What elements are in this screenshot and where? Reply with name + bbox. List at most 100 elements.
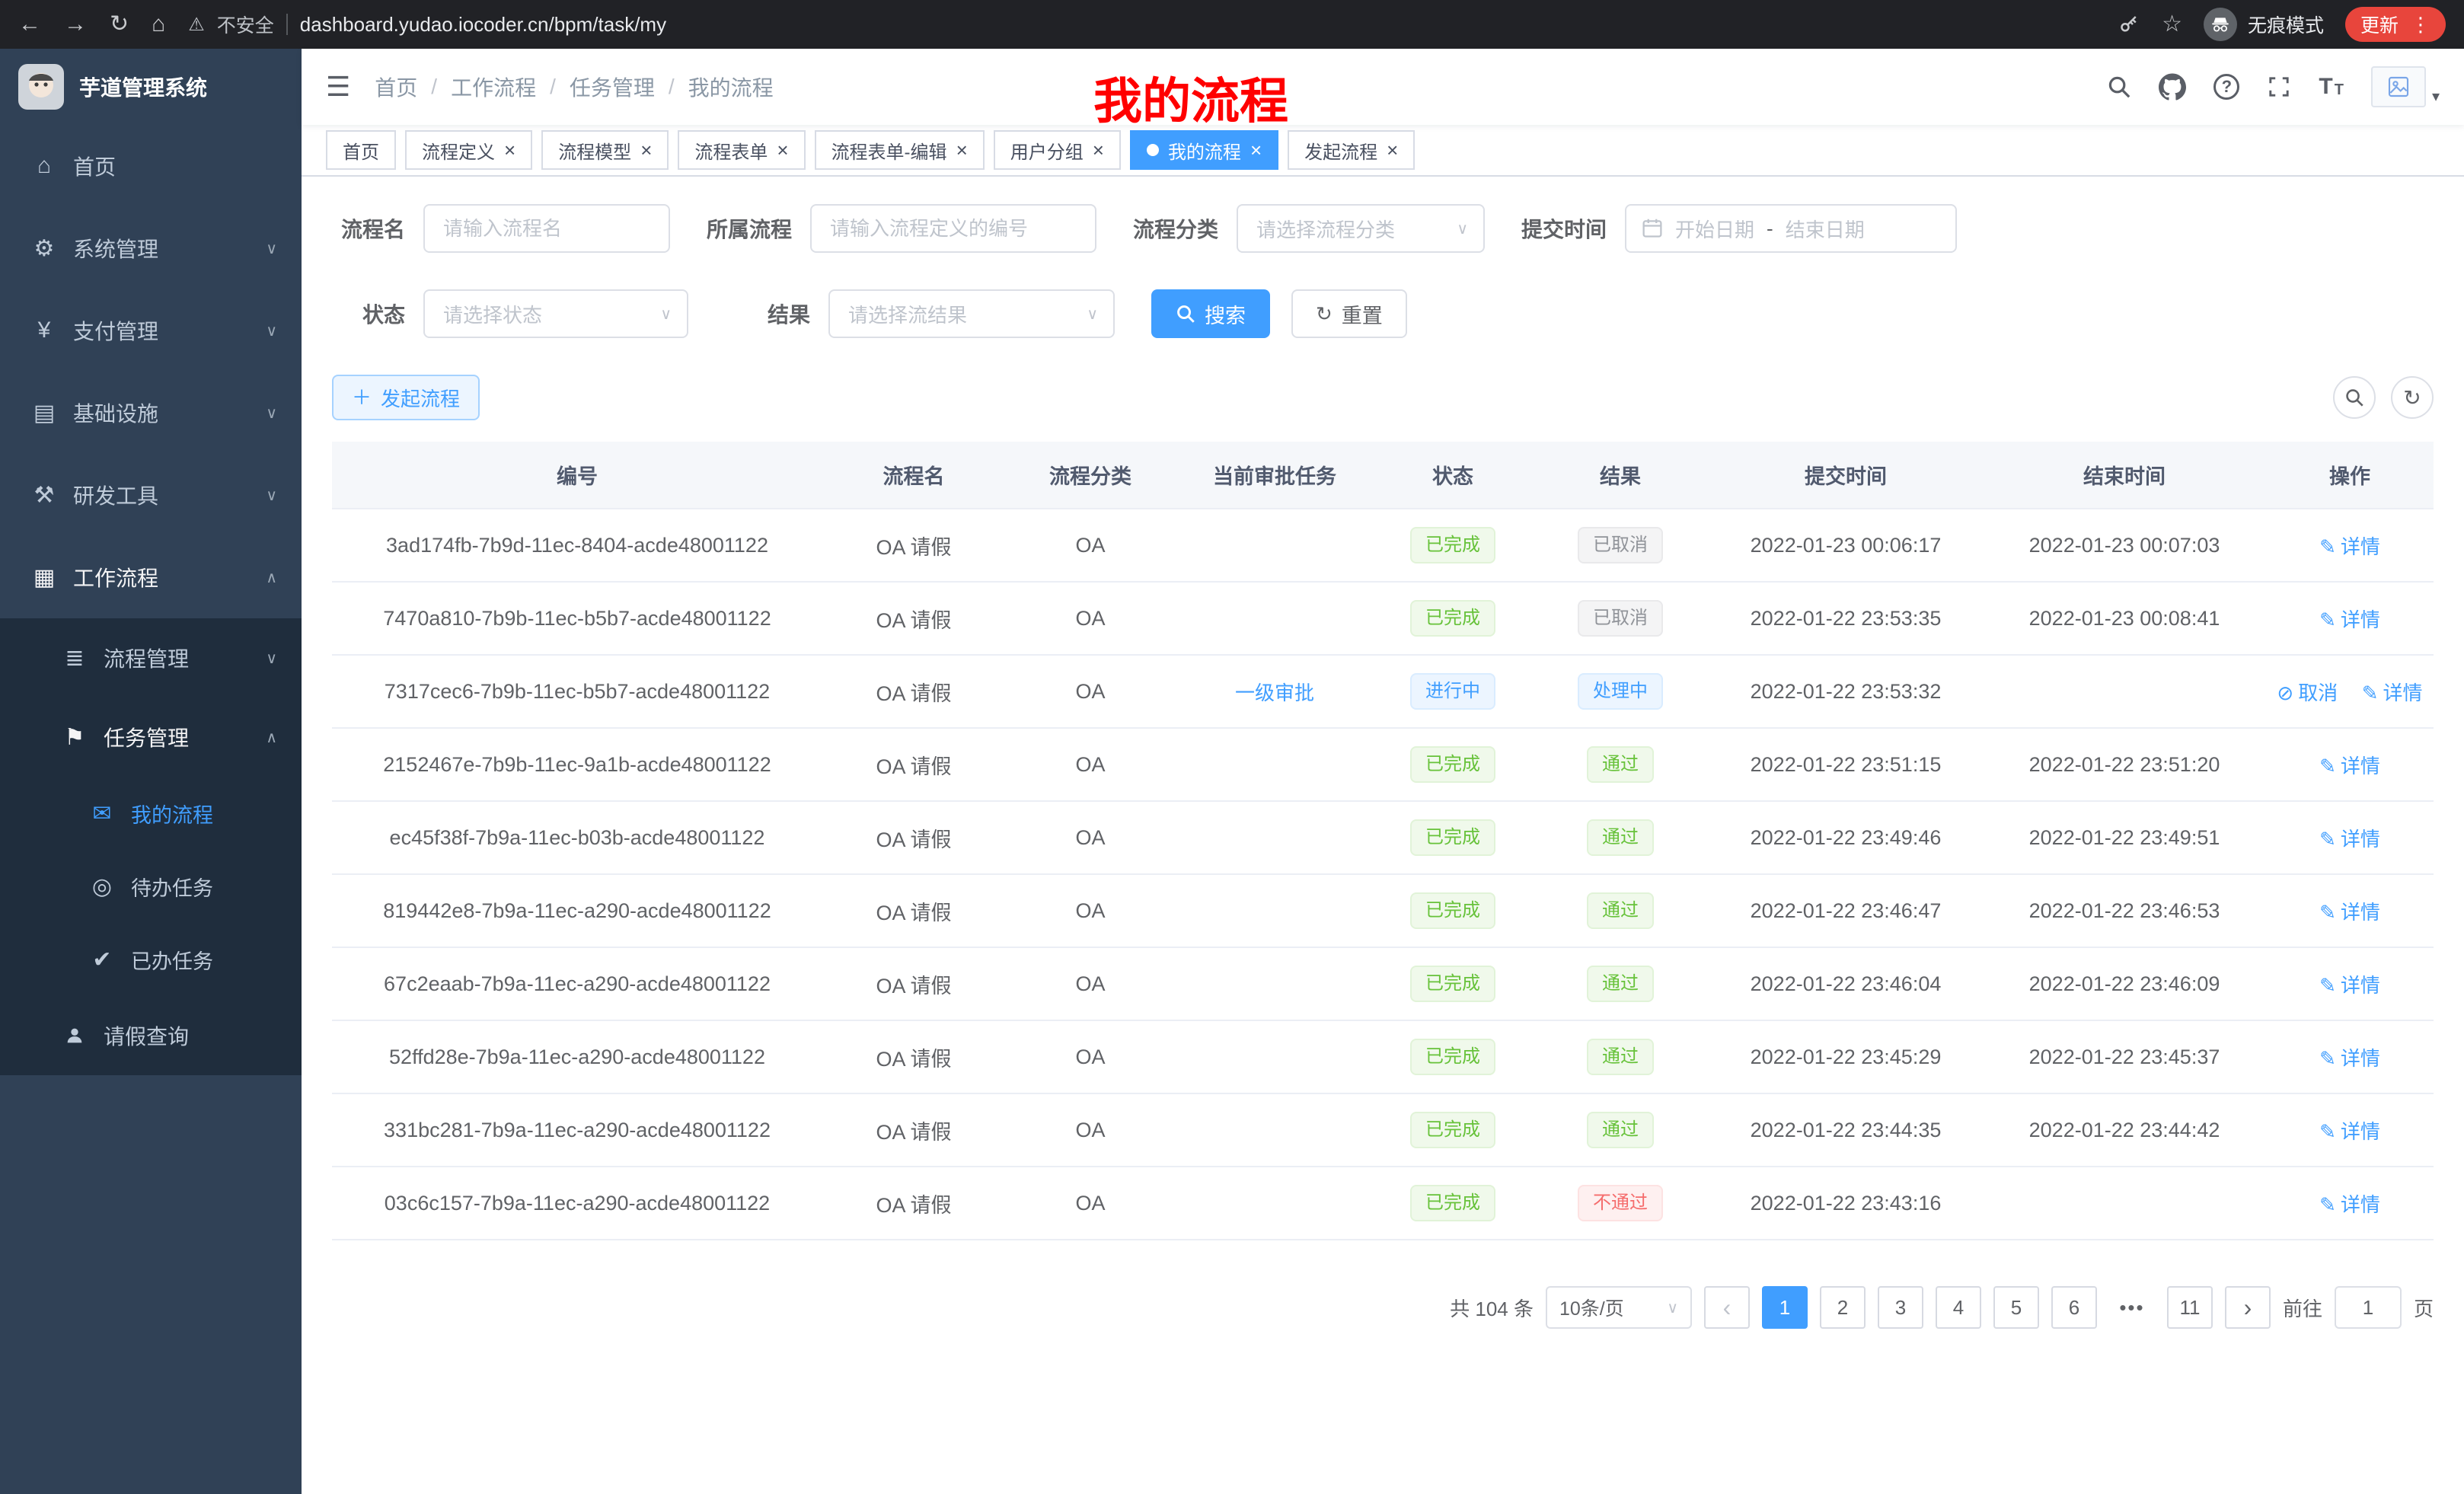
detail-link[interactable]: 详情 xyxy=(2319,901,2380,924)
breadcrumb-item[interactable]: 首页 xyxy=(375,72,417,102)
search-icon[interactable] xyxy=(2107,75,2131,99)
sidebar-item-todo-tasks[interactable]: ◎ 待办任务 xyxy=(0,850,302,923)
sidebar-item-task-mgmt[interactable]: ⚑ 任务管理 ∧ xyxy=(0,698,302,777)
search-button-label: 搜索 xyxy=(1205,299,1246,329)
column-header: 操作 xyxy=(2266,442,2434,509)
page-button[interactable]: 11 xyxy=(2167,1286,2213,1329)
reload-button[interactable]: ↻ xyxy=(110,13,129,36)
help-icon[interactable]: ? xyxy=(2213,74,2239,100)
prev-page-button[interactable]: ‹ xyxy=(1704,1286,1750,1329)
current-task-link[interactable]: 一级审批 xyxy=(1235,682,1314,704)
sidebar-item-devtools[interactable]: ⚒ 研发工具 ∨ xyxy=(0,454,302,536)
sidebar-item-infra[interactable]: ▤ 基础设施 ∨ xyxy=(0,372,302,454)
detail-link[interactable]: 详情 xyxy=(2319,535,2380,558)
fullscreen-icon[interactable] xyxy=(2267,75,2291,99)
tab[interactable]: 我的流程 xyxy=(1130,130,1278,170)
tab[interactable]: 首页 xyxy=(326,130,396,170)
address-bar[interactable]: ⚠ 不安全 dashboard.yudao.iocoder.cn/bpm/tas… xyxy=(188,11,2095,38)
detail-link[interactable]: 详情 xyxy=(2319,974,2380,997)
close-icon[interactable] xyxy=(1387,140,1398,160)
sidebar-item-system[interactable]: ⚙ 系统管理 ∨ xyxy=(0,207,302,289)
page-button[interactable]: 1 xyxy=(1762,1286,1808,1329)
update-button[interactable]: 更新 ⋮ xyxy=(2345,7,2446,42)
key-icon[interactable] xyxy=(2118,13,2140,36)
star-icon[interactable]: ☆ xyxy=(2162,13,2182,36)
reset-button[interactable]: ↻ 重置 xyxy=(1291,289,1407,338)
sidebar-item-workflow[interactable]: ▦ 工作流程 ∧ xyxy=(0,536,302,618)
search-button[interactable]: 搜索 xyxy=(1151,289,1270,338)
detail-link[interactable]: 详情 xyxy=(2319,1193,2380,1216)
breadcrumb-item[interactable]: 工作流程 xyxy=(451,72,536,102)
cell-status: 已完成 xyxy=(1374,582,1532,655)
create-process-button[interactable]: ＋ 发起流程 xyxy=(332,375,480,420)
process-name-input[interactable] xyxy=(423,204,670,253)
close-icon[interactable] xyxy=(777,140,788,160)
hamburger-icon[interactable]: ☰ xyxy=(326,71,350,103)
close-icon[interactable] xyxy=(504,140,515,160)
page-button[interactable]: 2 xyxy=(1820,1286,1866,1329)
gear-icon: ⚙ xyxy=(30,235,58,262)
field-process-def: 所属流程 xyxy=(707,204,1096,253)
close-icon[interactable] xyxy=(640,140,652,160)
browser-home-button[interactable]: ⌂ xyxy=(152,13,165,36)
detail-link[interactable]: 详情 xyxy=(2319,755,2380,777)
cell-id: 67c2eaab-7b9a-11ec-a290-acde48001122 xyxy=(332,947,822,1020)
sidebar-item-process-mgmt[interactable]: ≣ 流程管理 ∨ xyxy=(0,618,302,698)
close-icon[interactable] xyxy=(956,140,968,160)
result-select[interactable]: 请选择流结果 ∨ xyxy=(828,289,1115,338)
page-button[interactable]: 3 xyxy=(1878,1286,1923,1329)
cell-submit-time: 2022-01-22 23:53:35 xyxy=(1709,582,1983,655)
refresh-table-button[interactable]: ↻ xyxy=(2391,376,2434,419)
table-row: 2152467e-7b9b-11ec-9a1b-acde48001122 OA … xyxy=(332,728,2434,801)
cancel-link[interactable]: 取消 xyxy=(2277,682,2338,704)
forward-button[interactable]: → xyxy=(64,13,87,36)
detail-link[interactable]: 详情 xyxy=(2362,682,2423,704)
url-text: dashboard.yudao.iocoder.cn/bpm/task/my xyxy=(300,13,666,37)
tab[interactable]: 流程表单 xyxy=(678,130,805,170)
breadcrumb-item[interactable]: 任务管理 xyxy=(570,72,655,102)
sidebar-item-leave-query[interactable]: 请假查询 xyxy=(0,996,302,1075)
detail-link[interactable]: 详情 xyxy=(2319,1120,2380,1143)
sidebar-item-done-tasks[interactable]: ✔ 已办任务 xyxy=(0,923,302,996)
category-select[interactable]: 请选择流程分类 ∨ xyxy=(1237,204,1485,253)
tab[interactable]: 流程定义 xyxy=(405,130,532,170)
table-row: 03c6c157-7b9a-11ec-a290-acde48001122 OA … xyxy=(332,1167,2434,1240)
detail-link[interactable]: 详情 xyxy=(2319,828,2380,851)
detail-link[interactable]: 详情 xyxy=(2319,608,2380,631)
page-button[interactable]: 6 xyxy=(2051,1286,2097,1329)
page-button[interactable]: 4 xyxy=(1936,1286,1981,1329)
github-icon[interactable] xyxy=(2159,73,2186,101)
tab[interactable]: 流程模型 xyxy=(541,130,669,170)
back-button[interactable]: ← xyxy=(18,13,41,36)
process-def-input[interactable] xyxy=(810,204,1096,253)
status-select[interactable]: 请选择状态 ∨ xyxy=(423,289,688,338)
sidebar-item-payment[interactable]: ¥ 支付管理 ∨ xyxy=(0,289,302,372)
list-icon: ≣ xyxy=(61,645,88,672)
tab[interactable]: 发起流程 xyxy=(1288,130,1415,170)
sidebar-item-home[interactable]: ⌂ 首页 xyxy=(0,125,302,207)
date-range-picker[interactable]: 开始日期 - 结束日期 xyxy=(1625,204,1957,253)
cell-submit-time: 2022-01-22 23:44:35 xyxy=(1709,1093,1983,1167)
cell-category: OA xyxy=(1005,728,1176,801)
table-utilities: ↻ xyxy=(2333,376,2434,419)
avatar[interactable]: ▾ xyxy=(2371,66,2440,107)
column-header: 流程名 xyxy=(822,442,1005,509)
page-button[interactable]: 5 xyxy=(1993,1286,2039,1329)
tab-label: 流程表单-编辑 xyxy=(831,137,947,164)
search-toggle-button[interactable] xyxy=(2333,376,2376,419)
sidebar-item-my-process[interactable]: ✉ 我的流程 xyxy=(0,777,302,850)
reset-button-label: 重置 xyxy=(1342,299,1383,329)
tab[interactable]: 流程表单-编辑 xyxy=(815,130,985,170)
close-icon[interactable] xyxy=(1250,140,1262,160)
close-icon[interactable] xyxy=(1093,140,1104,160)
menu-dots-icon[interactable]: ⋮ xyxy=(2411,13,2430,37)
cell-actions: 详情 xyxy=(2266,728,2434,801)
goto-page-input[interactable] xyxy=(2335,1286,2402,1329)
page-button[interactable]: ••• xyxy=(2109,1286,2155,1329)
breadcrumb: 首页 / 工作流程 / 任务管理 / 我的流程 xyxy=(375,72,773,102)
font-size-icon[interactable]: TT xyxy=(2319,74,2344,100)
page-size-select[interactable]: 10条/页 ∨ xyxy=(1546,1286,1692,1329)
next-page-button[interactable]: › xyxy=(2225,1286,2271,1329)
detail-link[interactable]: 详情 xyxy=(2319,1047,2380,1070)
tab[interactable]: 用户分组 xyxy=(994,130,1121,170)
